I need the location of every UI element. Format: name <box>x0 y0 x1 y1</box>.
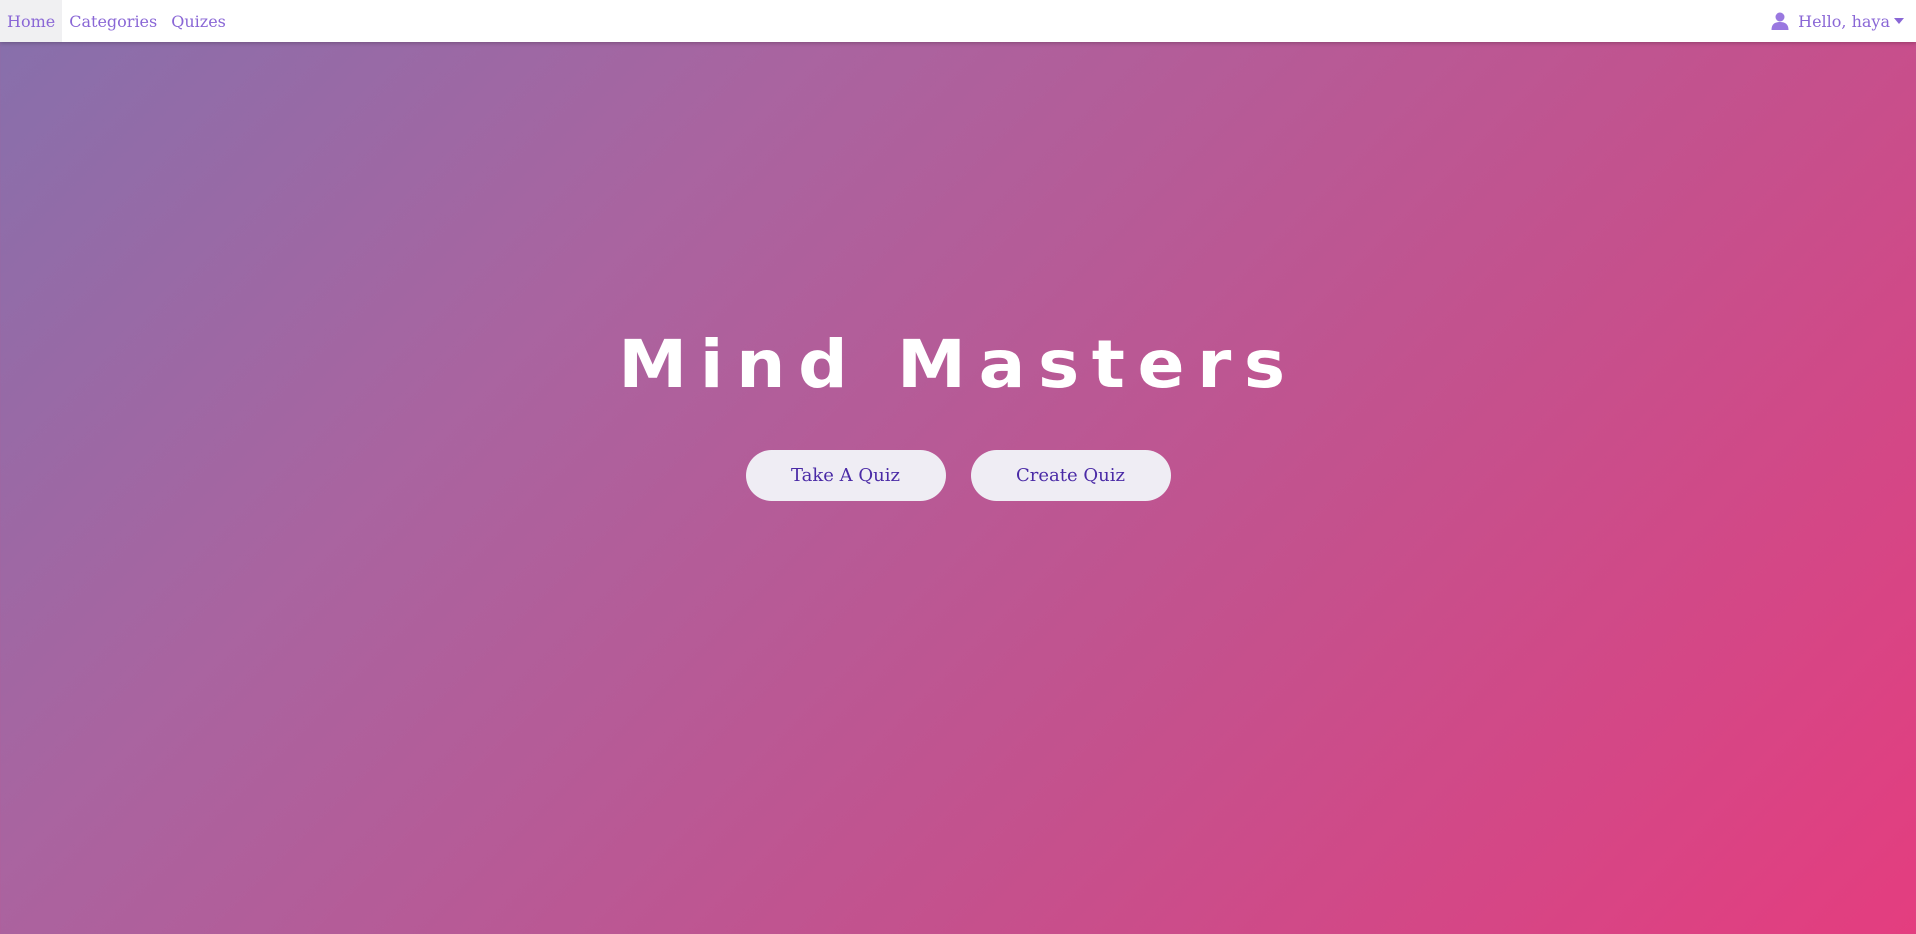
create-quiz-button[interactable]: Create Quiz <box>970 450 1171 501</box>
user-greeting: Hello, haya <box>1798 11 1890 31</box>
user-menu-toggle[interactable]: Hello, haya <box>1770 0 1904 42</box>
nav-links: Home Categories Quizes <box>0 0 233 42</box>
hero-title: Mind Masters <box>618 326 1298 403</box>
take-quiz-button[interactable]: Take A Quiz <box>745 450 946 501</box>
user-icon <box>1771 12 1789 30</box>
nav-categories-link[interactable]: Categories <box>62 0 164 42</box>
top-navbar: Home Categories Quizes Hello, haya <box>0 0 1916 42</box>
caret-down-icon <box>1894 18 1904 24</box>
nav-quizes-link[interactable]: Quizes <box>164 0 233 42</box>
hero-button-group: Take A Quiz Create Quiz <box>0 450 1916 501</box>
nav-home-link[interactable]: Home <box>0 0 63 42</box>
